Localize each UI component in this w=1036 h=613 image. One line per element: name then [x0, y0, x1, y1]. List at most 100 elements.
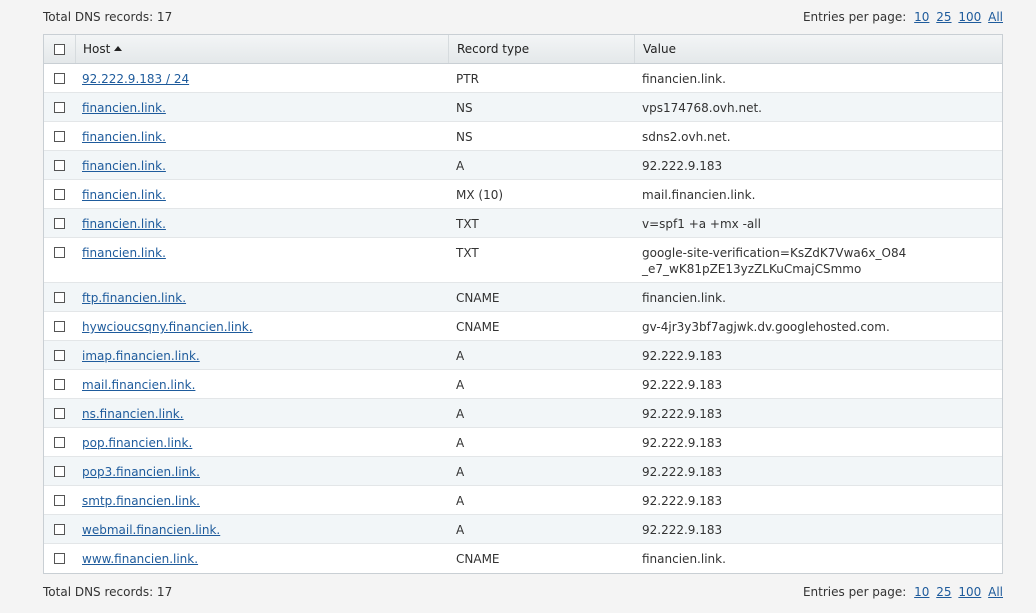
value-line: mail.financien.link.: [642, 188, 756, 202]
record-type-column-header[interactable]: Record type: [448, 35, 634, 63]
host-link[interactable]: pop.financien.link.: [82, 436, 192, 450]
row-select-checkbox[interactable]: [54, 247, 65, 258]
row-select-checkbox[interactable]: [54, 466, 65, 477]
row-select-checkbox[interactable]: [54, 102, 65, 113]
row-select-checkbox[interactable]: [54, 292, 65, 303]
host-link[interactable]: financien.link.: [82, 217, 166, 231]
value-text: 92.222.9.183: [642, 377, 722, 393]
row-select-checkbox[interactable]: [54, 495, 65, 506]
page-size-100-link[interactable]: 100: [958, 10, 981, 24]
row-select-checkbox[interactable]: [54, 189, 65, 200]
entries-per-page: Entries per page: 10 25 100 All: [803, 10, 1003, 24]
table-row: financien.link. TXT google-site-verificati…: [44, 238, 1002, 283]
host-cell: pop3.financien.link.: [75, 457, 448, 479]
page-size-25-link[interactable]: 25: [936, 10, 951, 24]
host-link[interactable]: mail.financien.link.: [82, 378, 195, 392]
row-select-cell: [44, 428, 75, 448]
host-link[interactable]: 92.222.9.183 / 24: [82, 72, 189, 86]
table-row: mail.financien.link. A 92.222.9.183: [44, 370, 1002, 399]
table-row: financien.link. TXT v=spf1 +a +mx -all: [44, 209, 1002, 238]
page-size-10-link[interactable]: 10: [914, 10, 929, 24]
host-link[interactable]: financien.link.: [82, 246, 166, 260]
row-select-checkbox[interactable]: [54, 379, 65, 390]
value-line: 92.222.9.183: [642, 465, 723, 479]
row-select-checkbox[interactable]: [54, 73, 65, 84]
row-select-checkbox[interactable]: [54, 408, 65, 419]
value-text: 92.222.9.183: [642, 435, 722, 451]
value-line: 92.222.9.183: [642, 494, 723, 508]
table-row: financien.link. NS sdns2.ovh.net.: [44, 122, 1002, 151]
host-link[interactable]: financien.link.: [82, 188, 166, 202]
record-type-cell: A: [456, 494, 465, 508]
table-header: Host Record type Value: [44, 35, 1002, 64]
host-link[interactable]: financien.link.: [82, 159, 166, 173]
record-type-cell: CNAME: [456, 291, 500, 305]
host-column-header[interactable]: Host: [75, 35, 448, 63]
host-cell: smtp.financien.link.: [75, 486, 448, 508]
page-size-10-link[interactable]: 10: [914, 585, 929, 599]
host-link[interactable]: webmail.financien.link.: [82, 523, 220, 537]
row-select-checkbox[interactable]: [54, 350, 65, 361]
host-cell: financien.link.: [75, 93, 448, 115]
host-cell: financien.link.: [75, 238, 448, 260]
row-select-cell: [44, 341, 75, 361]
value-cell: 92.222.9.183: [634, 399, 1002, 422]
page-size-all-link[interactable]: All: [988, 585, 1003, 599]
page-size-100-link[interactable]: 100: [958, 585, 981, 599]
value-line: gv-4jr3y3bf7agjwk.dv.googlehosted.com.: [642, 320, 890, 334]
page-size-25-link[interactable]: 25: [936, 585, 951, 599]
record-type-cell: TXT: [456, 246, 479, 260]
value-column-header[interactable]: Value: [634, 35, 1002, 63]
row-select-cell: [44, 93, 75, 113]
host-link[interactable]: smtp.financien.link.: [82, 494, 200, 508]
value-text: financien.link.: [642, 290, 726, 306]
row-select-checkbox[interactable]: [54, 553, 65, 564]
row-select-checkbox[interactable]: [54, 131, 65, 142]
value-cell: 92.222.9.183: [634, 486, 1002, 509]
table-row: ns.financien.link. A 92.222.9.183: [44, 399, 1002, 428]
select-all-checkbox[interactable]: [54, 43, 65, 55]
table-row: financien.link. MX (10) mail.financien.lin…: [44, 180, 1002, 209]
row-select-checkbox[interactable]: [54, 524, 65, 535]
value-line: 92.222.9.183: [642, 523, 723, 537]
table-row: ftp.financien.link. CNAME financien.link.: [44, 283, 1002, 312]
row-select-checkbox[interactable]: [54, 160, 65, 171]
value-text: mail.financien.link.: [642, 187, 755, 203]
value-cell: v=spf1 +a +mx -all: [634, 209, 1002, 232]
row-select-checkbox[interactable]: [54, 218, 65, 229]
host-link[interactable]: pop3.financien.link.: [82, 465, 200, 479]
value-cell: gv-4jr3y3bf7agjwk.dv.googlehosted.com.: [634, 312, 1002, 335]
row-select-checkbox[interactable]: [54, 321, 65, 332]
value-text: 92.222.9.183: [642, 464, 722, 480]
record-type-cell: NS: [456, 101, 473, 115]
host-link[interactable]: financien.link.: [82, 130, 166, 144]
row-select-cell: [44, 312, 75, 332]
host-cell: financien.link.: [75, 122, 448, 144]
row-select-cell: [44, 486, 75, 506]
host-link[interactable]: www.financien.link.: [82, 552, 198, 566]
host-link[interactable]: ns.financien.link.: [82, 407, 184, 421]
host-link[interactable]: ftp.financien.link.: [82, 291, 186, 305]
value-line: financien.link.: [642, 72, 726, 86]
value-cell: financien.link.: [634, 64, 1002, 87]
row-select-checkbox[interactable]: [54, 437, 65, 448]
record-type-cell: A: [456, 436, 465, 450]
value-line: 92.222.9.183: [642, 436, 723, 450]
value-text: v=spf1 +a +mx -all: [642, 216, 761, 232]
table-row: pop.financien.link. A 92.222.9.183: [44, 428, 1002, 457]
value-text: 92.222.9.183: [642, 406, 722, 422]
value-text: sdns2.ovh.net.: [642, 129, 731, 145]
host-link[interactable]: imap.financien.link.: [82, 349, 200, 363]
host-link[interactable]: financien.link.: [82, 101, 166, 115]
record-type-cell: A: [456, 159, 465, 173]
host-cell: financien.link.: [75, 209, 448, 231]
host-cell: ns.financien.link.: [75, 399, 448, 421]
row-select-cell: [44, 209, 75, 229]
host-link[interactable]: hywcioucsqny.financien.link.: [82, 320, 253, 334]
page-size-all-link[interactable]: All: [988, 10, 1003, 24]
table-row: webmail.financien.link. A 92.222.9.183: [44, 515, 1002, 544]
host-cell: 92.222.9.183 / 24: [75, 64, 448, 86]
row-select-cell: [44, 544, 75, 564]
row-select-cell: [44, 457, 75, 477]
value-line: sdns2.ovh.net.: [642, 130, 731, 144]
